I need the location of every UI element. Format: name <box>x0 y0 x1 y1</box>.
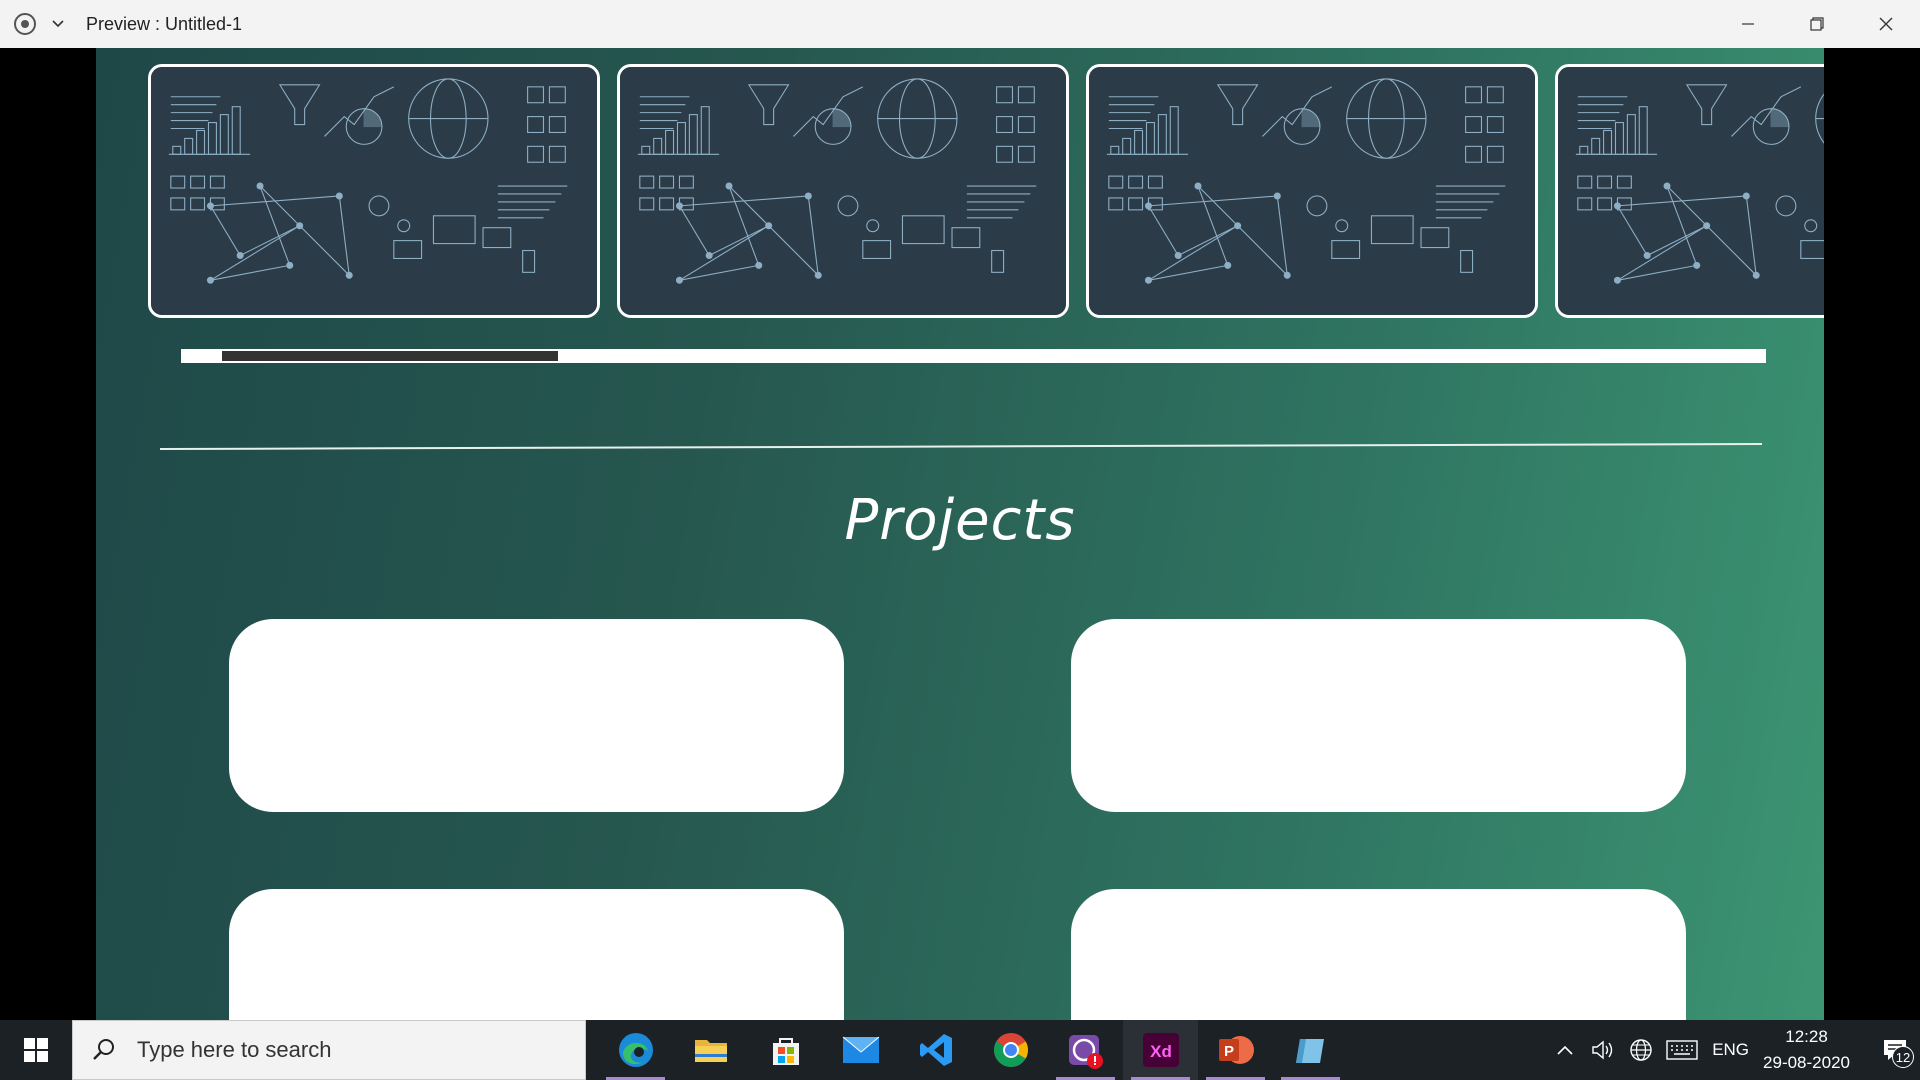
taskbar: Type here to search Xd P ENG 12:28 29-08… <box>0 1020 1920 1080</box>
windows-logo-icon <box>24 1038 48 1062</box>
tray-language[interactable]: ENG <box>1712 1040 1749 1060</box>
close-button[interactable] <box>1851 0 1920 48</box>
big-data-infographic-image <box>620 67 1066 315</box>
record-icon[interactable] <box>14 13 36 35</box>
folder-icon <box>694 1040 727 1062</box>
vscode-icon <box>919 1034 952 1066</box>
project-card[interactable] <box>1071 619 1686 812</box>
mail-icon <box>842 1036 879 1063</box>
close-icon <box>1879 17 1892 31</box>
preview-area: Projects <box>0 48 1920 1020</box>
artboard: Projects <box>96 48 1824 1020</box>
big-data-infographic-image <box>1089 67 1535 315</box>
taskbar-app-store[interactable] <box>748 1020 823 1080</box>
tray-volume[interactable] <box>1584 1020 1622 1080</box>
big-data-infographic-image <box>1558 67 1824 315</box>
notification-count: 12 <box>1892 1046 1914 1068</box>
whatsapp-icon <box>1068 1035 1103 1069</box>
project-card[interactable] <box>229 619 844 812</box>
search-icon <box>89 1035 119 1065</box>
carousel-slide[interactable] <box>617 64 1069 318</box>
taskbar-app-whatsapp[interactable] <box>1048 1020 1123 1080</box>
action-center-button[interactable]: 12 <box>1870 1020 1920 1080</box>
clock-time: 12:28 <box>1785 1027 1828 1046</box>
carousel-slide[interactable] <box>148 64 600 318</box>
image-carousel[interactable] <box>148 64 1824 318</box>
search-placeholder: Type here to search <box>137 1037 332 1062</box>
speaker-icon <box>1592 1040 1613 1060</box>
section-divider <box>159 442 1762 450</box>
project-card[interactable] <box>229 889 844 1020</box>
globe-icon <box>1630 1039 1652 1061</box>
edge-icon <box>618 1033 653 1067</box>
project-card[interactable] <box>1071 889 1686 1020</box>
powerpoint-label: P <box>1223 1043 1233 1060</box>
taskbar-app-other[interactable] <box>1273 1020 1348 1080</box>
powerpoint-icon: P <box>1218 1036 1254 1064</box>
xd-label: Xd <box>1150 1042 1172 1061</box>
taskbar-app-chrome[interactable] <box>973 1020 1048 1080</box>
minimize-button[interactable] <box>1713 0 1782 48</box>
tray-network[interactable] <box>1622 1020 1660 1080</box>
taskbar-app-explorer[interactable] <box>673 1020 748 1080</box>
carousel-slide[interactable] <box>1086 64 1538 318</box>
taskbar-apps: Xd P <box>598 1020 1348 1080</box>
system-tray: ENG 12:28 29-08-2020 12 <box>1546 1020 1920 1080</box>
app-icon <box>1295 1039 1324 1063</box>
tray-clock[interactable]: 12:28 29-08-2020 <box>1763 1024 1850 1076</box>
xd-icon: Xd <box>1142 1033 1179 1067</box>
section-title: Projects <box>844 488 1076 553</box>
window-controls <box>1713 0 1920 48</box>
carousel-slide[interactable] <box>1555 64 1824 318</box>
minimize-icon <box>1741 23 1754 25</box>
restore-button[interactable] <box>1782 0 1851 48</box>
keyboard-icon <box>1666 1040 1698 1060</box>
taskbar-app-edge[interactable] <box>598 1020 673 1080</box>
store-icon <box>772 1038 799 1065</box>
restore-icon <box>1809 17 1824 31</box>
chevron-down-icon[interactable] <box>50 16 66 32</box>
tray-overflow[interactable] <box>1546 1020 1584 1080</box>
taskbar-app-xd[interactable]: Xd <box>1123 1020 1198 1080</box>
tray-keyboard[interactable] <box>1660 1020 1704 1080</box>
big-data-infographic-image <box>151 67 597 315</box>
taskbar-app-mail[interactable] <box>823 1020 898 1080</box>
taskbar-app-vscode[interactable] <box>898 1020 973 1080</box>
clock-date: 29-08-2020 <box>1763 1053 1850 1072</box>
chevron-up-icon <box>1557 1045 1573 1055</box>
taskbar-app-powerpoint[interactable]: P <box>1198 1020 1273 1080</box>
taskbar-search[interactable]: Type here to search <box>72 1020 586 1080</box>
window-titlebar: Preview : Untitled-1 <box>0 0 1920 48</box>
chrome-icon <box>993 1033 1028 1067</box>
start-button[interactable] <box>0 1020 72 1080</box>
scrollbar-thumb[interactable] <box>222 351 558 361</box>
carousel-scrollbar[interactable] <box>181 349 1766 363</box>
window-title: Preview : Untitled-1 <box>86 13 243 34</box>
